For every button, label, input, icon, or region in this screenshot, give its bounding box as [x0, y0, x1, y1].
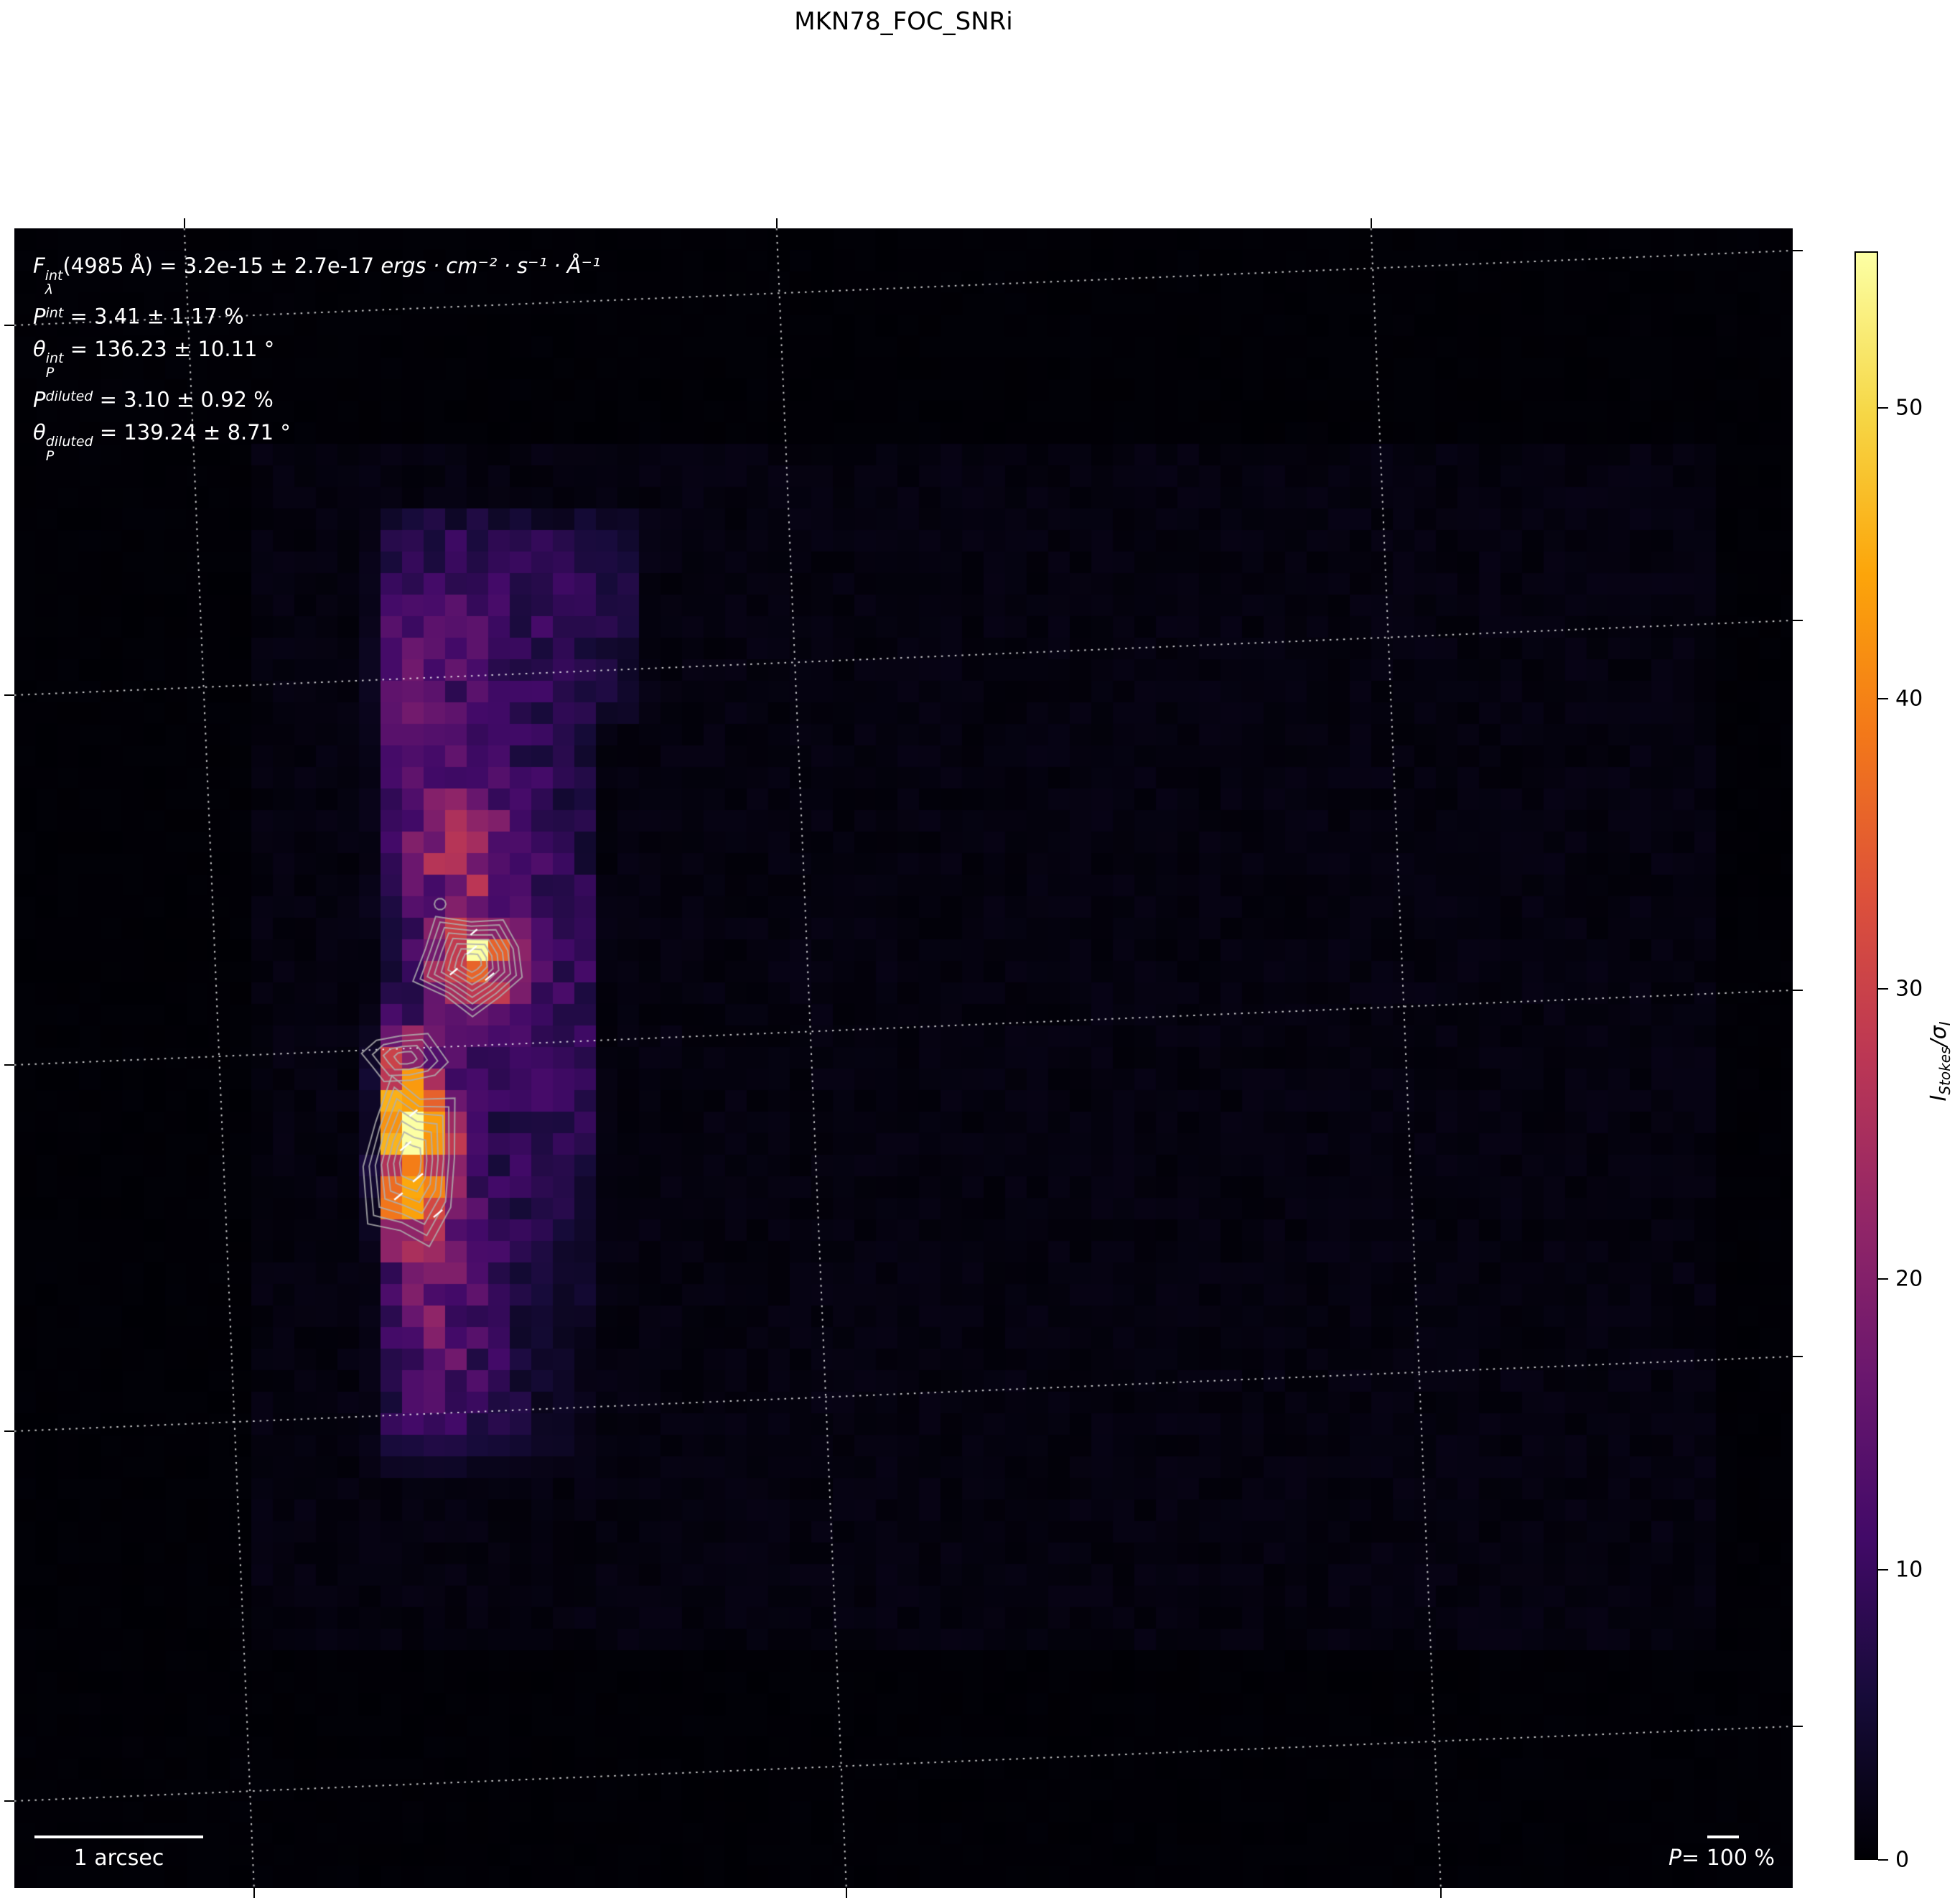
axis-tick — [1439, 1888, 1442, 1898]
axis-tick — [1793, 619, 1803, 621]
axis-tick — [4, 694, 14, 696]
image-canvas — [14, 228, 1793, 1888]
annotation-line: Fint λ (4985 Å) = 3.2e-15 ± 2.7e-17 ergs ·… — [33, 253, 601, 298]
axis-tick — [4, 324, 14, 326]
annotation-block: Fint λ (4985 Å) = 3.2e-15 ± 2.7e-17 ergs ·… — [33, 250, 601, 464]
pol-scale-label: P= 100 % — [1668, 1846, 1775, 1871]
colorbar-tick-label: 50 — [1895, 395, 1923, 421]
figure: MKN78_FOC_SNRi Fint λ (4985 Å) = 3.2e-15 ±… — [0, 0, 1960, 1903]
colorbar-tick — [1878, 697, 1888, 699]
axis-tick — [845, 1888, 847, 1898]
figure-title: MKN78_FOC_SNRi — [794, 7, 1013, 36]
axis-tick — [4, 1064, 14, 1066]
colorbar-tick — [1878, 988, 1888, 990]
scalebar-label: 1 arcsec — [73, 1846, 164, 1871]
colorbar-tick — [1878, 1568, 1888, 1571]
axis-tick — [4, 1800, 14, 1802]
axis-tick — [1793, 249, 1803, 251]
axis-tick — [183, 218, 185, 228]
axis-tick — [4, 1430, 14, 1432]
colorbar-tick — [1878, 407, 1888, 409]
annotation-line: Pdiluted = 3.10 ± 0.92 % — [33, 387, 274, 412]
axis-tick — [1793, 989, 1803, 991]
axis-tick — [1793, 1725, 1803, 1727]
colorbar-tick-label: 0 — [1895, 1847, 1910, 1873]
image-axes: Fint λ (4985 Å) = 3.2e-15 ± 2.7e-17 ergs ·… — [14, 228, 1793, 1888]
pol-scale-bar — [1707, 1835, 1739, 1838]
colorbar — [1854, 251, 1878, 1860]
colorbar-tick — [1878, 1859, 1888, 1861]
scalebar-line — [34, 1835, 203, 1838]
colorbar-tick-label: 20 — [1895, 1266, 1923, 1292]
axis-tick — [253, 1888, 255, 1898]
annotation-line: θ diluted P = 139.24 ± 8.71 ° — [33, 419, 291, 465]
colorbar-tick-label: 30 — [1895, 976, 1923, 1002]
colorbar-tick-label: 40 — [1895, 686, 1923, 712]
axis-tick — [1370, 218, 1372, 228]
axis-tick — [775, 218, 778, 228]
colorbar-axis-label: IStokes/σI — [1926, 1021, 1954, 1102]
axis-tick — [1793, 1355, 1803, 1357]
annotation-line: Pint = 3.41 ± 1.17 % — [33, 304, 244, 329]
colorbar-tick-label: 10 — [1895, 1557, 1923, 1583]
annotation-line: θ int P = 136.23 ± 10.11 ° — [33, 336, 275, 381]
colorbar-tick — [1878, 1278, 1888, 1280]
